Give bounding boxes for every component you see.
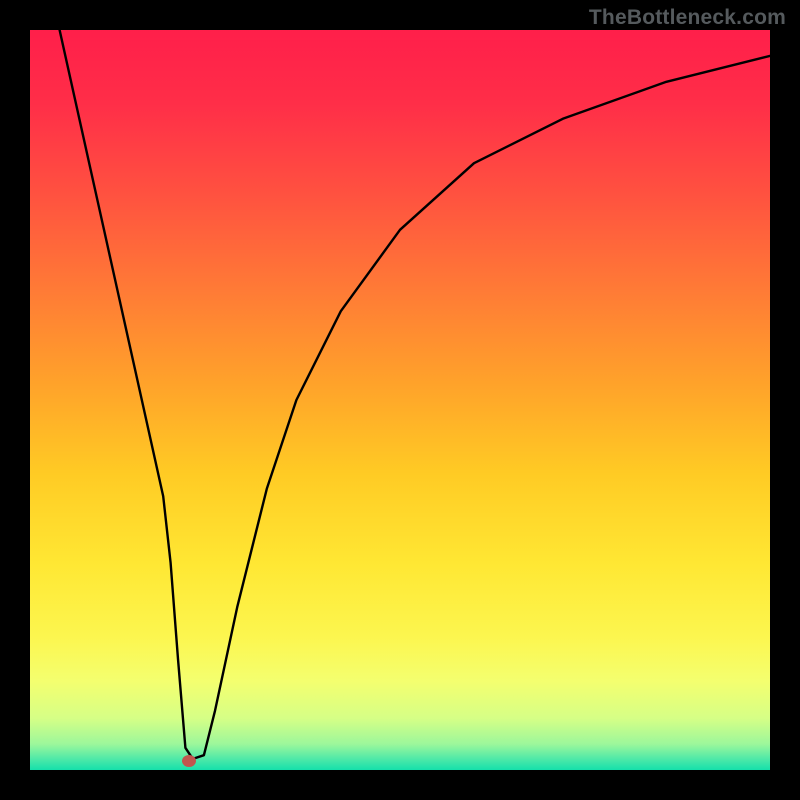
min-point-marker [182,755,196,767]
chart-svg [30,30,770,770]
watermark-text: TheBottleneck.com [589,6,786,30]
chart-container: TheBottleneck.com [0,0,800,800]
plot-area [30,30,770,770]
